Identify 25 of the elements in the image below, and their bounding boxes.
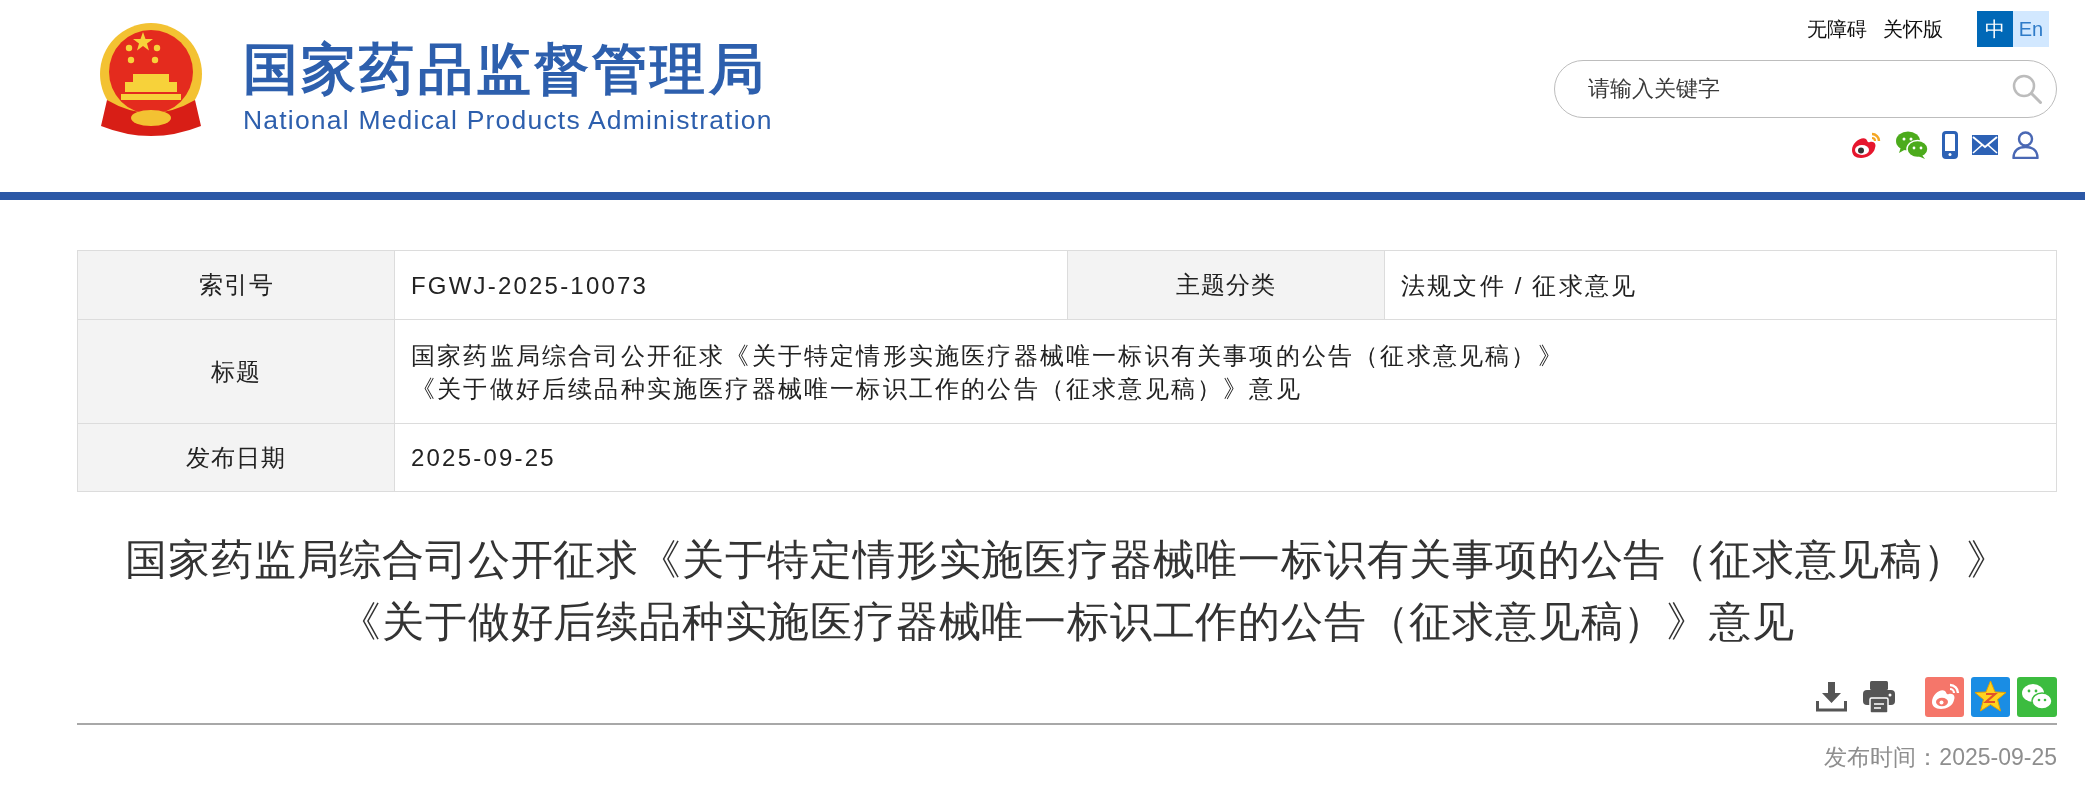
phone-icon[interactable] xyxy=(1942,131,1958,159)
language-toggle[interactable]: 中 xyxy=(1977,11,2013,47)
wechat-icon[interactable] xyxy=(1896,131,1928,159)
weibo-icon[interactable] xyxy=(1849,131,1882,159)
download-icon[interactable] xyxy=(1816,682,1847,712)
table-label: 发布日期 xyxy=(77,423,395,492)
table-value: 法规文件 / 征求意见 xyxy=(1384,250,2057,320)
table-label: 标题 xyxy=(77,319,395,424)
user-icon[interactable] xyxy=(2012,131,2039,159)
site-title: 国家药品监督管理局 xyxy=(243,37,768,101)
weibo-share-icon[interactable] xyxy=(1925,677,1964,717)
star-share-icon[interactable] xyxy=(1971,677,2010,717)
table-value: 2025-09-25 xyxy=(394,423,2057,492)
publish-time: 发布时间：2025-09-25 xyxy=(1823,743,2057,771)
print-icon[interactable] xyxy=(1863,681,1895,713)
top-link[interactable]: 无障碍 xyxy=(1807,11,1867,47)
table-value: FGWJ-2025-10073 xyxy=(394,250,1068,320)
site-subtitle: National Medical Products Administration xyxy=(243,104,773,137)
top-link[interactable]: 关怀版 xyxy=(1883,11,1943,47)
table-value: 国家药监局综合司公开征求《关于特定情形实施医疗器械唯一标识有关事项的公告（征求意见稿）》 《关于做好后续品种实施医疗器械唯一标识工作的公告（征求意见稿）》意见 xyxy=(394,319,2057,424)
article-title: 国家药监局综合司公开征求《关于特定情形实施医疗器械唯一标识有关事项的公告（征求意见稿）》 《关于做好后续品种实施医疗器械唯一标识工作的公告（征求意见稿）》意见 xyxy=(124,535,2010,647)
table-label: 主题分类 xyxy=(1067,250,1385,320)
search-field[interactable]: 请输入关键字 xyxy=(1554,60,2057,118)
table-label: 索引号 xyxy=(77,250,395,320)
mail-icon[interactable] xyxy=(1972,135,1998,155)
